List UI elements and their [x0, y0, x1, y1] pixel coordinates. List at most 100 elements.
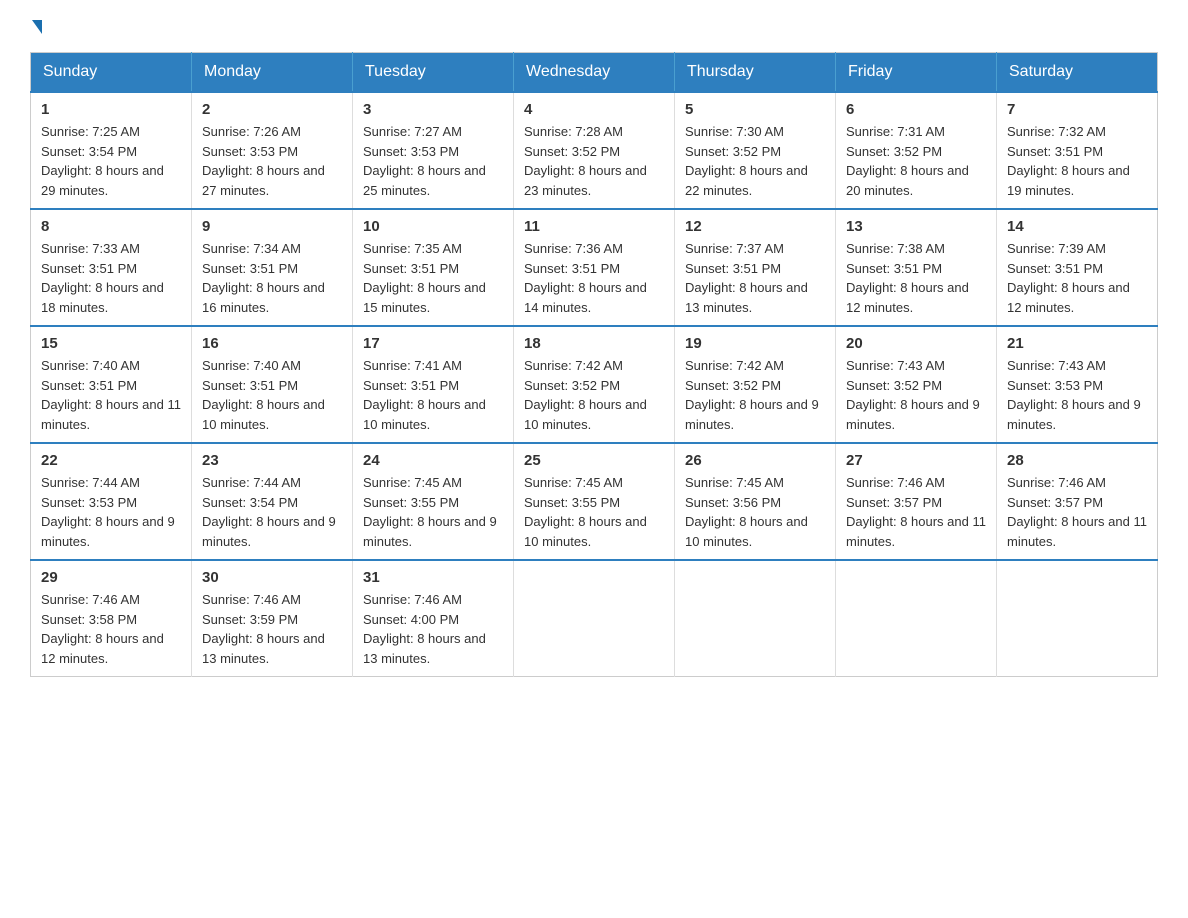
day-info: Sunrise: 7:31 AMSunset: 3:52 PMDaylight:… — [846, 122, 986, 200]
calendar-cell: 21 Sunrise: 7:43 AMSunset: 3:53 PMDayligh… — [997, 326, 1158, 443]
day-info: Sunrise: 7:46 AMSunset: 3:57 PMDaylight:… — [1007, 473, 1147, 551]
calendar-cell: 20Sunrise: 7:43 AMSunset: 3:52 PMDayligh… — [836, 326, 997, 443]
day-info: Sunrise: 7:43 AMSunset: 3:53 PMDaylight:… — [1007, 356, 1147, 434]
day-info: Sunrise: 7:45 AMSunset: 3:55 PMDaylight:… — [363, 473, 503, 551]
day-info: Sunrise: 7:40 AMSunset: 3:51 PMDaylight:… — [202, 356, 342, 434]
day-number: 11 — [524, 218, 664, 235]
day-number: 23 — [202, 452, 342, 469]
calendar-cell: 29 Sunrise: 7:46 AMSunset: 3:58 PMDayligh… — [31, 560, 192, 677]
weekday-header-wednesday: Wednesday — [514, 53, 675, 93]
day-number: 16 — [202, 335, 342, 352]
calendar-cell: 26Sunrise: 7:45 AMSunset: 3:56 PMDayligh… — [675, 443, 836, 560]
calendar-header: SundayMondayTuesdayWednesdayThursdayFrid… — [31, 53, 1158, 93]
calendar-cell — [675, 560, 836, 677]
day-number: 25 — [524, 452, 664, 469]
day-info: Sunrise: 7:45 AMSunset: 3:55 PMDaylight:… — [524, 473, 664, 551]
calendar-cell: 30 Sunrise: 7:46 AMSunset: 3:59 PMDayligh… — [192, 560, 353, 677]
day-info: Sunrise: 7:28 AMSunset: 3:52 PMDaylight:… — [524, 122, 664, 200]
day-number: 7 — [1007, 101, 1147, 118]
weekday-header-friday: Friday — [836, 53, 997, 93]
day-info: Sunrise: 7:46 AMSunset: 4:00 PMDaylight:… — [363, 590, 503, 668]
day-number: 22 — [41, 452, 181, 469]
calendar-cell: 9 Sunrise: 7:34 AMSunset: 3:51 PMDaylight… — [192, 209, 353, 326]
weekday-header-saturday: Saturday — [997, 53, 1158, 93]
calendar-cell — [514, 560, 675, 677]
calendar-cell: 31 Sunrise: 7:46 AMSunset: 4:00 PMDayligh… — [353, 560, 514, 677]
calendar-cell: 3Sunrise: 7:27 AMSunset: 3:53 PMDaylight… — [353, 92, 514, 209]
calendar-cell: 12 Sunrise: 7:37 AMSunset: 3:51 PMDayligh… — [675, 209, 836, 326]
day-number: 12 — [685, 218, 825, 235]
day-number: 21 — [1007, 335, 1147, 352]
calendar-table: SundayMondayTuesdayWednesdayThursdayFrid… — [30, 52, 1158, 677]
logo-triangle-icon — [32, 20, 42, 34]
day-number: 24 — [363, 452, 503, 469]
day-info: Sunrise: 7:46 AMSunset: 3:59 PMDaylight:… — [202, 590, 342, 668]
calendar-cell: 11Sunrise: 7:36 AMSunset: 3:51 PMDayligh… — [514, 209, 675, 326]
day-info: Sunrise: 7:41 AMSunset: 3:51 PMDaylight:… — [363, 356, 503, 434]
calendar-cell: 23 Sunrise: 7:44 AMSunset: 3:54 PMDayligh… — [192, 443, 353, 560]
day-number: 30 — [202, 569, 342, 586]
calendar-cell: 4Sunrise: 7:28 AMSunset: 3:52 PMDaylight… — [514, 92, 675, 209]
day-number: 9 — [202, 218, 342, 235]
day-number: 19 — [685, 335, 825, 352]
calendar-cell: 14 Sunrise: 7:39 AMSunset: 3:51 PMDayligh… — [997, 209, 1158, 326]
day-info: Sunrise: 7:35 AMSunset: 3:51 PMDaylight:… — [363, 239, 503, 317]
day-info: Sunrise: 7:45 AMSunset: 3:56 PMDaylight:… — [685, 473, 825, 551]
day-info: Sunrise: 7:44 AMSunset: 3:54 PMDaylight:… — [202, 473, 342, 551]
calendar-cell: 5Sunrise: 7:30 AMSunset: 3:52 PMDaylight… — [675, 92, 836, 209]
calendar-cell: 8 Sunrise: 7:33 AMSunset: 3:51 PMDaylight… — [31, 209, 192, 326]
day-number: 8 — [41, 218, 181, 235]
day-info: Sunrise: 7:42 AMSunset: 3:52 PMDaylight:… — [685, 356, 825, 434]
weekday-header-monday: Monday — [192, 53, 353, 93]
calendar-week-4: 22Sunrise: 7:44 AMSunset: 3:53 PMDayligh… — [31, 443, 1158, 560]
day-number: 20 — [846, 335, 986, 352]
day-info: Sunrise: 7:32 AMSunset: 3:51 PMDaylight:… — [1007, 122, 1147, 200]
weekday-header-tuesday: Tuesday — [353, 53, 514, 93]
calendar-week-5: 29 Sunrise: 7:46 AMSunset: 3:58 PMDayligh… — [31, 560, 1158, 677]
day-number: 14 — [1007, 218, 1147, 235]
weekday-header-sunday: Sunday — [31, 53, 192, 93]
day-number: 15 — [41, 335, 181, 352]
page-header — [30, 20, 1158, 34]
calendar-week-2: 8 Sunrise: 7:33 AMSunset: 3:51 PMDaylight… — [31, 209, 1158, 326]
day-info: Sunrise: 7:33 AMSunset: 3:51 PMDaylight:… — [41, 239, 181, 317]
day-info: Sunrise: 7:38 AMSunset: 3:51 PMDaylight:… — [846, 239, 986, 317]
logo — [30, 20, 42, 34]
day-info: Sunrise: 7:40 AMSunset: 3:51 PMDaylight:… — [41, 356, 181, 434]
day-number: 2 — [202, 101, 342, 118]
day-number: 18 — [524, 335, 664, 352]
day-info: Sunrise: 7:39 AMSunset: 3:51 PMDaylight:… — [1007, 239, 1147, 317]
day-number: 13 — [846, 218, 986, 235]
day-info: Sunrise: 7:42 AMSunset: 3:52 PMDaylight:… — [524, 356, 664, 434]
day-number: 3 — [363, 101, 503, 118]
day-number: 17 — [363, 335, 503, 352]
day-info: Sunrise: 7:26 AMSunset: 3:53 PMDaylight:… — [202, 122, 342, 200]
day-info: Sunrise: 7:25 AMSunset: 3:54 PMDaylight:… — [41, 122, 181, 200]
calendar-cell: 28Sunrise: 7:46 AMSunset: 3:57 PMDayligh… — [997, 443, 1158, 560]
calendar-cell: 6Sunrise: 7:31 AMSunset: 3:52 PMDaylight… — [836, 92, 997, 209]
calendar-cell: 18 Sunrise: 7:42 AMSunset: 3:52 PMDayligh… — [514, 326, 675, 443]
day-number: 10 — [363, 218, 503, 235]
day-info: Sunrise: 7:46 AMSunset: 3:58 PMDaylight:… — [41, 590, 181, 668]
calendar-cell: 13 Sunrise: 7:38 AMSunset: 3:51 PMDayligh… — [836, 209, 997, 326]
calendar-cell: 22Sunrise: 7:44 AMSunset: 3:53 PMDayligh… — [31, 443, 192, 560]
day-number: 1 — [41, 101, 181, 118]
calendar-week-3: 15 Sunrise: 7:40 AMSunset: 3:51 PMDayligh… — [31, 326, 1158, 443]
calendar-cell: 25 Sunrise: 7:45 AMSunset: 3:55 PMDayligh… — [514, 443, 675, 560]
calendar-cell: 27Sunrise: 7:46 AMSunset: 3:57 PMDayligh… — [836, 443, 997, 560]
calendar-cell: 16 Sunrise: 7:40 AMSunset: 3:51 PMDayligh… — [192, 326, 353, 443]
calendar-cell: 17 Sunrise: 7:41 AMSunset: 3:51 PMDayligh… — [353, 326, 514, 443]
day-info: Sunrise: 7:37 AMSunset: 3:51 PMDaylight:… — [685, 239, 825, 317]
calendar-cell — [997, 560, 1158, 677]
calendar-week-1: 1 Sunrise: 7:25 AMSunset: 3:54 PMDaylight… — [31, 92, 1158, 209]
calendar-cell: 24 Sunrise: 7:45 AMSunset: 3:55 PMDayligh… — [353, 443, 514, 560]
calendar-body: 1 Sunrise: 7:25 AMSunset: 3:54 PMDaylight… — [31, 92, 1158, 677]
calendar-cell: 1 Sunrise: 7:25 AMSunset: 3:54 PMDaylight… — [31, 92, 192, 209]
calendar-cell: 2 Sunrise: 7:26 AMSunset: 3:53 PMDaylight… — [192, 92, 353, 209]
calendar-cell — [836, 560, 997, 677]
day-info: Sunrise: 7:46 AMSunset: 3:57 PMDaylight:… — [846, 473, 986, 551]
day-number: 31 — [363, 569, 503, 586]
calendar-cell: 10 Sunrise: 7:35 AMSunset: 3:51 PMDayligh… — [353, 209, 514, 326]
day-info: Sunrise: 7:34 AMSunset: 3:51 PMDaylight:… — [202, 239, 342, 317]
day-number: 29 — [41, 569, 181, 586]
